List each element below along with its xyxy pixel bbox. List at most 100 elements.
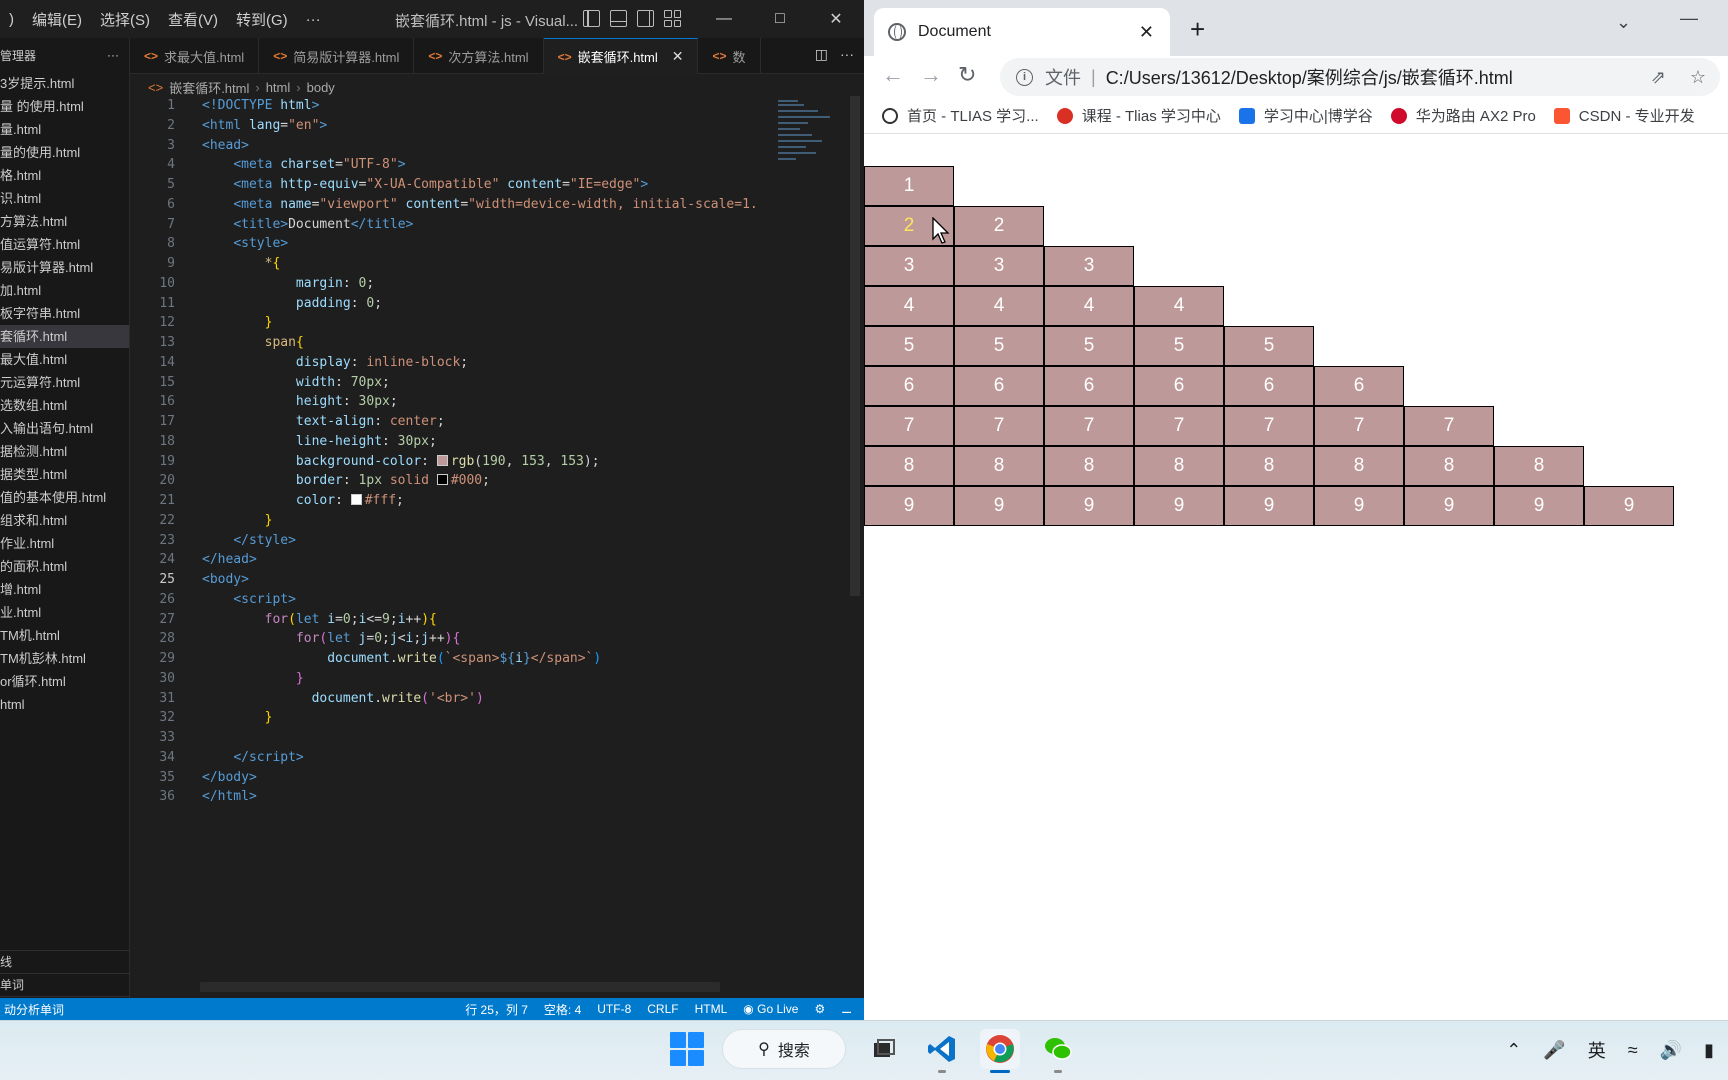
explorer-file-item[interactable]: or循环.html [0,670,129,693]
close-icon[interactable]: ✕ [808,0,864,38]
explorer-file-item[interactable]: 识.html [0,187,129,210]
word-section[interactable]: 单词 [0,974,130,997]
split-editor-icon[interactable]: ◫ [815,46,828,63]
chevron-up-icon[interactable]: ⌃ [1506,1040,1521,1061]
explorer-file-item[interactable]: 最大值.html [0,348,129,371]
explorer-file-item[interactable]: 量的使用.html [0,141,129,164]
microphone-icon[interactable]: 🎤 [1543,1040,1565,1061]
number-cell: 6 [864,366,954,406]
share-icon[interactable]: ⇗ [1651,67,1666,88]
explorer-file-item[interactable]: 板字符串.html [0,302,129,325]
menu-item-file-partial[interactable]: ) [0,11,23,28]
tab-calculator[interactable]: <> 简易版计算器.html [259,38,415,74]
browser-tab-document[interactable]: Document ✕ [874,8,1170,56]
chrome-taskbar-icon[interactable] [980,1029,1020,1073]
toggle-sidebar-icon[interactable] [583,10,600,27]
minimap[interactable] [770,96,848,916]
breadcrumb-file[interactable]: 嵌套循环.html [169,78,249,97]
star-icon[interactable]: ☆ [1690,67,1706,88]
explorer-file-item[interactable]: 选数组.html [0,394,129,417]
toggle-secondary-sidebar-icon[interactable] [637,10,654,27]
code-editor[interactable]: 1 <!DOCTYPE html> 2 <html lang="en"> 3 <hea… [130,96,770,976]
vscode-taskbar-icon[interactable] [922,1029,962,1073]
address-bar[interactable]: i 文件 | C:/Users/13612/Desktop/案例综合/js/嵌套… [1000,58,1720,96]
volume-icon[interactable]: 🔊 [1660,1040,1682,1061]
status-encoding[interactable]: UTF-8 [597,1002,631,1016]
toggle-panel-icon[interactable] [610,10,627,27]
explorer-file-item[interactable]: 的面积.html [0,555,129,578]
input-language[interactable]: 英 [1588,1037,1606,1063]
tab-max-value[interactable]: <> 求最大值.html [130,38,260,74]
explorer-file-item[interactable]: 3岁提示.html [0,72,129,95]
tab-close-icon[interactable]: ✕ [1139,22,1154,43]
explorer-file-item[interactable]: 格.html [0,164,129,187]
outline-section[interactable]: 线 [0,951,130,974]
wechat-taskbar-icon[interactable] [1038,1029,1078,1073]
forward-arrow-icon[interactable]: → [920,62,942,88]
info-icon[interactable]: i [1016,68,1033,86]
status-indentation[interactable]: 空格: 4 [544,1001,581,1018]
accounts-icon[interactable]: ⚙ [814,1002,825,1016]
explorer-file-item[interactable]: 据检测.html [0,440,129,463]
task-view-icon[interactable] [864,1029,904,1069]
menu-more-button[interactable]: ··· [297,11,330,28]
status-left-text[interactable]: 动分析单词 [0,1001,64,1018]
explorer-file-item[interactable]: 作业.html [0,532,129,555]
editor-horizontal-scrollbar[interactable] [200,982,720,992]
back-arrow-icon[interactable]: ← [882,62,904,88]
explorer-file-item[interactable]: 增.html [0,578,129,601]
explorer-file-item[interactable]: 方算法.html [0,210,129,233]
bookmark-item[interactable]: 课程 - Tlias 学习中心 [1056,105,1221,126]
customize-layout-icon[interactable] [664,10,681,27]
chevron-down-icon[interactable]: ⌄ [1616,12,1631,33]
explorer-file-item[interactable]: html [0,693,129,716]
tab-close-icon[interactable]: ✕ [672,48,684,65]
tab-partial[interactable]: <> 数 [698,38,761,74]
tab-nested-loop[interactable]: <> 嵌套循环.html ✕ [543,38,699,74]
status-cursor-position[interactable]: 行 25，列 7 [465,1001,528,1018]
bookmark-item[interactable]: CSDN - 专业开发 [1553,105,1695,126]
explorer-file-item[interactable]: 套循环.html [0,325,129,348]
explorer-file-item[interactable]: 据类型.html [0,463,129,486]
bell-icon[interactable]: ⚊ [841,1002,852,1016]
menu-item-view[interactable]: 查看(V) [159,9,227,30]
tab-power[interactable]: <> 次方算法.html [414,38,544,74]
battery-icon[interactable]: ▮ [1704,1040,1714,1061]
explorer-file-item[interactable]: 易版计算器.html [0,256,129,279]
explorer-file-item[interactable]: 业.html [0,601,129,624]
url-text[interactable]: C:/Users/13612/Desktop/案例综合/js/嵌套循环.html [1106,64,1513,90]
status-language[interactable]: HTML [695,1002,728,1016]
breadcrumb-body[interactable]: body [307,80,335,95]
windows-start-icon[interactable] [670,1032,704,1066]
explorer-file-item[interactable]: 元运算符.html [0,371,129,394]
explorer-file-item[interactable]: TM机彭林.html [0,647,129,670]
menu-item-edit[interactable]: 编辑(E) [23,9,91,30]
new-tab-button[interactable]: + [1190,16,1205,42]
explorer-file-item[interactable]: TM机.html [0,624,129,647]
status-eol[interactable]: CRLF [647,1002,678,1016]
menu-item-goto[interactable]: 转到(G) [227,9,297,30]
minimize-icon[interactable]: — [1680,8,1698,29]
maximize-icon[interactable]: □ [752,0,808,38]
explorer-more-icon[interactable]: ··· [107,48,119,62]
bookmark-item[interactable]: 华为路由 AX2 Pro [1390,105,1536,126]
taskbar-search[interactable]: ⚲ 搜索 [722,1029,846,1069]
minimize-icon[interactable]: — [696,0,752,38]
explorer-file-item[interactable]: 值运算符.html [0,233,129,256]
explorer-file-item[interactable]: 组求和.html [0,509,129,532]
breadcrumb-html[interactable]: html [266,80,291,95]
scrollbar-thumb[interactable] [850,96,860,596]
explorer-file-item[interactable]: 入输出语句.html [0,417,129,440]
status-golive[interactable]: ◉ Go Live [743,1002,798,1016]
editor-more-icon[interactable]: ··· [840,46,854,63]
bookmark-item[interactable]: 学习中心|博学谷 [1238,105,1373,126]
bookmark-item[interactable]: 首页 - TLIAS 学习... [882,105,1039,126]
menu-item-selection[interactable]: 选择(S) [91,9,159,30]
explorer-file-item[interactable]: 值的基本使用.html [0,486,129,509]
wifi-icon[interactable]: ≈ [1628,1040,1638,1061]
editor-vertical-scrollbar[interactable] [848,96,862,904]
explorer-file-item[interactable]: 量 的使用.html [0,95,129,118]
explorer-file-item[interactable]: 量.html [0,118,129,141]
reload-icon[interactable]: ↻ [958,62,976,88]
explorer-file-item[interactable]: 加.html [0,279,129,302]
